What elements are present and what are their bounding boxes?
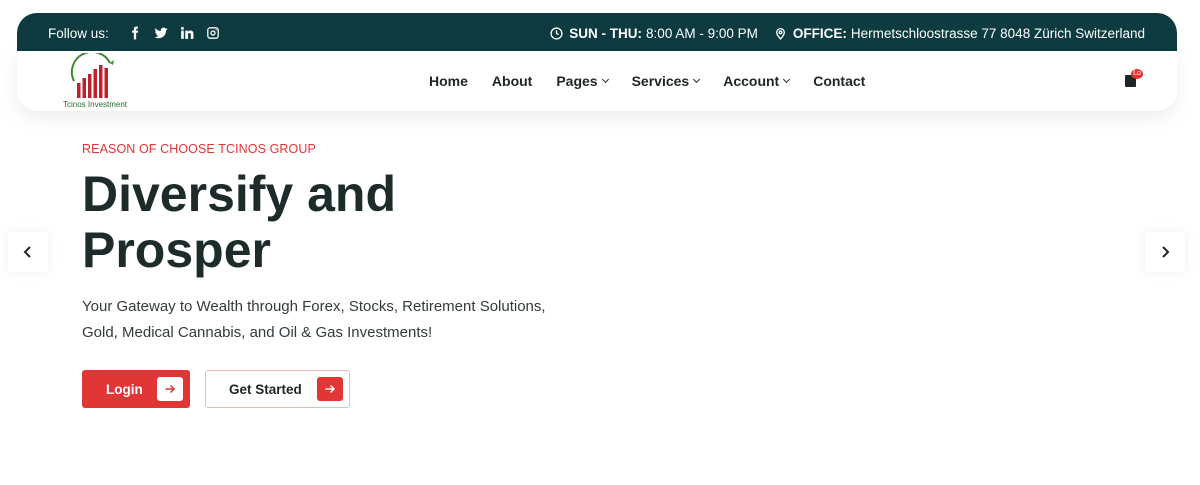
contact-info: SUN - THU: 8:00 AM - 9:00 PM OFFICE: Her… [550, 26, 1145, 41]
chevron-down-icon [783, 75, 791, 84]
page: Follow us: SUN - THU: 8:00 AM - 9:00 PM [0, 0, 1200, 485]
get-started-button[interactable]: Get Started [205, 370, 350, 408]
arrow-right-icon [317, 377, 343, 401]
main-nav: Home About Pages Services Account Contac… [429, 51, 889, 111]
hero-kicker: REASON OF CHOOSE TCINOS GROUP [82, 142, 316, 156]
login-label: Login [106, 381, 143, 397]
chevron-right-icon [1162, 246, 1170, 258]
nav-services[interactable]: Services [631, 73, 701, 89]
brand-name: Tcinos Investment [63, 100, 128, 109]
chevron-left-icon [23, 246, 31, 258]
nav-account[interactable]: Account [723, 73, 791, 89]
nav-label: Services [631, 73, 690, 89]
cart-button[interactable]: Lo [1123, 69, 1147, 93]
nav-label: Home [429, 73, 468, 89]
chevron-down-icon [601, 75, 609, 84]
cart-badge: Lo [1131, 69, 1143, 79]
hero-subtitle: Your Gateway to Wealth through Forex, St… [82, 298, 546, 341]
office-value: Hermetschloostrasse 77 8048 Zürich Switz… [850, 25, 1145, 41]
nav-label: Pages [556, 73, 598, 89]
slider-next-button[interactable] [1145, 232, 1185, 272]
get-started-label: Get Started [229, 381, 302, 397]
facebook-icon[interactable] [127, 25, 143, 41]
twitter-icon[interactable] [153, 25, 169, 41]
follow-us-label: Follow us: [48, 25, 109, 41]
nav-label: Account [723, 73, 780, 89]
chevron-down-icon [693, 75, 701, 84]
nav-label: About [491, 73, 533, 89]
nav-label: Contact [813, 73, 866, 89]
nav-pages[interactable]: Pages [556, 73, 609, 89]
office-address: OFFICE: Hermetschloostrasse 77 8048 Züri… [774, 26, 1145, 41]
nav-contact[interactable]: Contact [813, 73, 865, 89]
clock-icon [550, 26, 563, 40]
nav-about[interactable]: About [492, 73, 532, 89]
follow-us: Follow us: [48, 25, 231, 41]
nav-home[interactable]: Home [429, 73, 468, 89]
arrow-right-icon [157, 377, 183, 401]
linkedin-icon[interactable] [179, 25, 195, 41]
office-label: OFFICE: [792, 25, 847, 41]
hours-label: SUN - THU: [569, 25, 643, 41]
location-pin-icon [775, 27, 785, 40]
opening-hours: SUN - THU: 8:00 AM - 9:00 PM [550, 26, 758, 41]
login-button[interactable]: Login [82, 370, 190, 408]
instagram-icon[interactable] [205, 25, 221, 41]
navbar: Tcinos Investment Home About Pages Servi… [17, 51, 1177, 111]
hero-title: Diversify and Prosper [82, 166, 397, 278]
top-bar: Follow us: SUN - THU: 8:00 AM - 9:00 PM [17, 13, 1177, 53]
hours-value: 8:00 AM - 9:00 PM [646, 25, 758, 41]
slider-prev-button[interactable] [8, 232, 48, 272]
